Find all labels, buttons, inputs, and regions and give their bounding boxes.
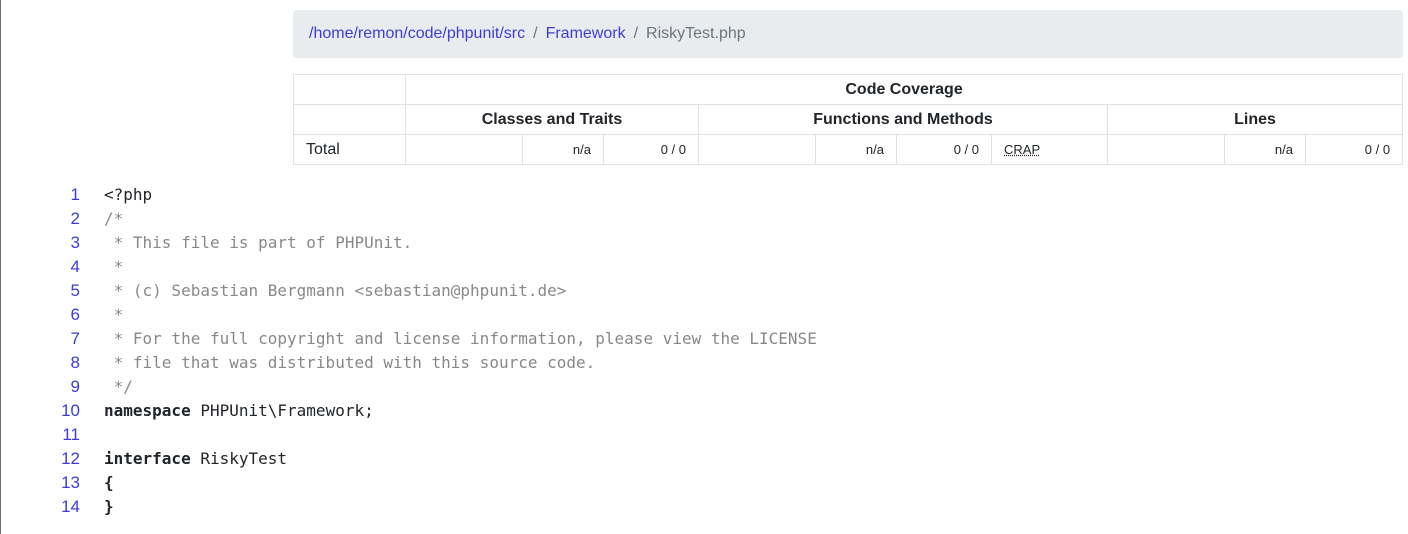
code-text: { (80, 471, 114, 495)
breadcrumb-src-link[interactable]: /home/remon/code/phpunit/src (309, 25, 525, 43)
code-line: 1 <?php (0, 183, 817, 207)
classes-percent: n/a (522, 134, 604, 165)
code-rest: PHPUnit\Framework; (190, 401, 374, 420)
source-code: 1 <?php 2 /* 3 * This file is part of PHPUni… (0, 183, 817, 519)
code-text: <?php (104, 185, 153, 204)
line-number-link[interactable]: 4 (0, 255, 80, 279)
breadcrumb: /home/remon/code/phpunit/src / Framework… (293, 10, 1403, 58)
code-text: * (104, 305, 124, 324)
breadcrumb-separator: / (633, 25, 639, 42)
code-text: } (80, 495, 114, 519)
lines-bar-cell (1107, 134, 1225, 165)
code-text: interface RiskyTest (80, 447, 287, 471)
line-number-link[interactable]: 14 (0, 495, 80, 519)
lines-count: 0 / 0 (1304, 134, 1404, 165)
code-line: 4 * (0, 255, 817, 279)
code-line: 2 /* (0, 207, 817, 231)
breadcrumb-framework-link[interactable]: Framework (546, 25, 626, 43)
line-number-link[interactable]: 11 (0, 423, 80, 447)
crap-cell: CRAP (991, 134, 1108, 165)
line-number-link[interactable]: 1 (0, 183, 80, 207)
empty-header-cell (293, 74, 406, 105)
line-number-link[interactable]: 3 (0, 231, 80, 255)
crap-abbr: CRAP (1004, 142, 1041, 157)
code-line: 12 interface RiskyTest (0, 447, 817, 471)
coverage-title: Code Coverage (404, 74, 1404, 105)
breadcrumb-current-file: RiskyTest.php (646, 25, 746, 42)
classes-traits-header: Classes and Traits (405, 104, 699, 135)
functions-percent: n/a (815, 134, 897, 165)
classes-count: 0 / 0 (603, 134, 699, 165)
code-text: * (104, 257, 124, 276)
line-number-link[interactable]: 12 (0, 447, 80, 471)
code-line: 5 * (c) Sebastian Bergmann <sebastian@ph… (0, 279, 817, 303)
code-line: 11 (0, 423, 817, 447)
empty-header-cell (293, 104, 406, 135)
code-text: /* (104, 209, 124, 228)
lines-header: Lines (1106, 104, 1404, 135)
code-text: * (c) Sebastian Bergmann <sebastian@phpu… (104, 281, 567, 300)
code-rest: RiskyTest (190, 449, 288, 468)
breadcrumb-separator: / (533, 25, 538, 42)
code-keyword: } (104, 497, 114, 516)
code-line: 8 * file that was distributed with this … (0, 351, 817, 375)
line-number-link[interactable]: 2 (0, 207, 80, 231)
classes-bar-cell (405, 134, 523, 165)
code-text: * This file is part of PHPUnit. (104, 233, 413, 252)
line-number-link[interactable]: 7 (0, 327, 80, 351)
code-line: 14} (0, 495, 817, 519)
code-line: 10 namespace PHPUnit\Framework; (0, 399, 817, 423)
functions-bar-cell (698, 134, 816, 165)
code-text: */ (104, 377, 133, 396)
line-number-link[interactable]: 13 (0, 471, 80, 495)
code-text: * For the full copyright and license inf… (104, 329, 817, 348)
lines-percent: n/a (1224, 134, 1306, 165)
code-keyword: namespace (104, 401, 191, 420)
code-text: namespace PHPUnit\Framework; (80, 399, 374, 423)
code-line: 6 * (0, 303, 817, 327)
line-number-link[interactable]: 5 (0, 279, 80, 303)
code-text: * file that was distributed with this so… (104, 353, 596, 372)
coverage-table: Code Coverage Classes and Traits Functio… (293, 74, 1404, 165)
code-line: 3 * This file is part of PHPUnit. (0, 231, 817, 255)
line-number-link[interactable]: 8 (0, 351, 80, 375)
code-line: 9 */ (0, 375, 817, 399)
code-keyword: interface (104, 449, 191, 468)
code-line: 13 { (0, 471, 817, 495)
code-line: 7 * For the full copyright and license i… (0, 327, 817, 351)
functions-methods-header: Functions and Methods (698, 104, 1108, 135)
line-number-link[interactable]: 10 (0, 399, 80, 423)
functions-count: 0 / 0 (896, 134, 992, 165)
total-label: Total (293, 134, 406, 165)
code-keyword: { (104, 473, 114, 492)
line-number-link[interactable]: 6 (0, 303, 80, 327)
line-number-link[interactable]: 9 (0, 375, 80, 399)
